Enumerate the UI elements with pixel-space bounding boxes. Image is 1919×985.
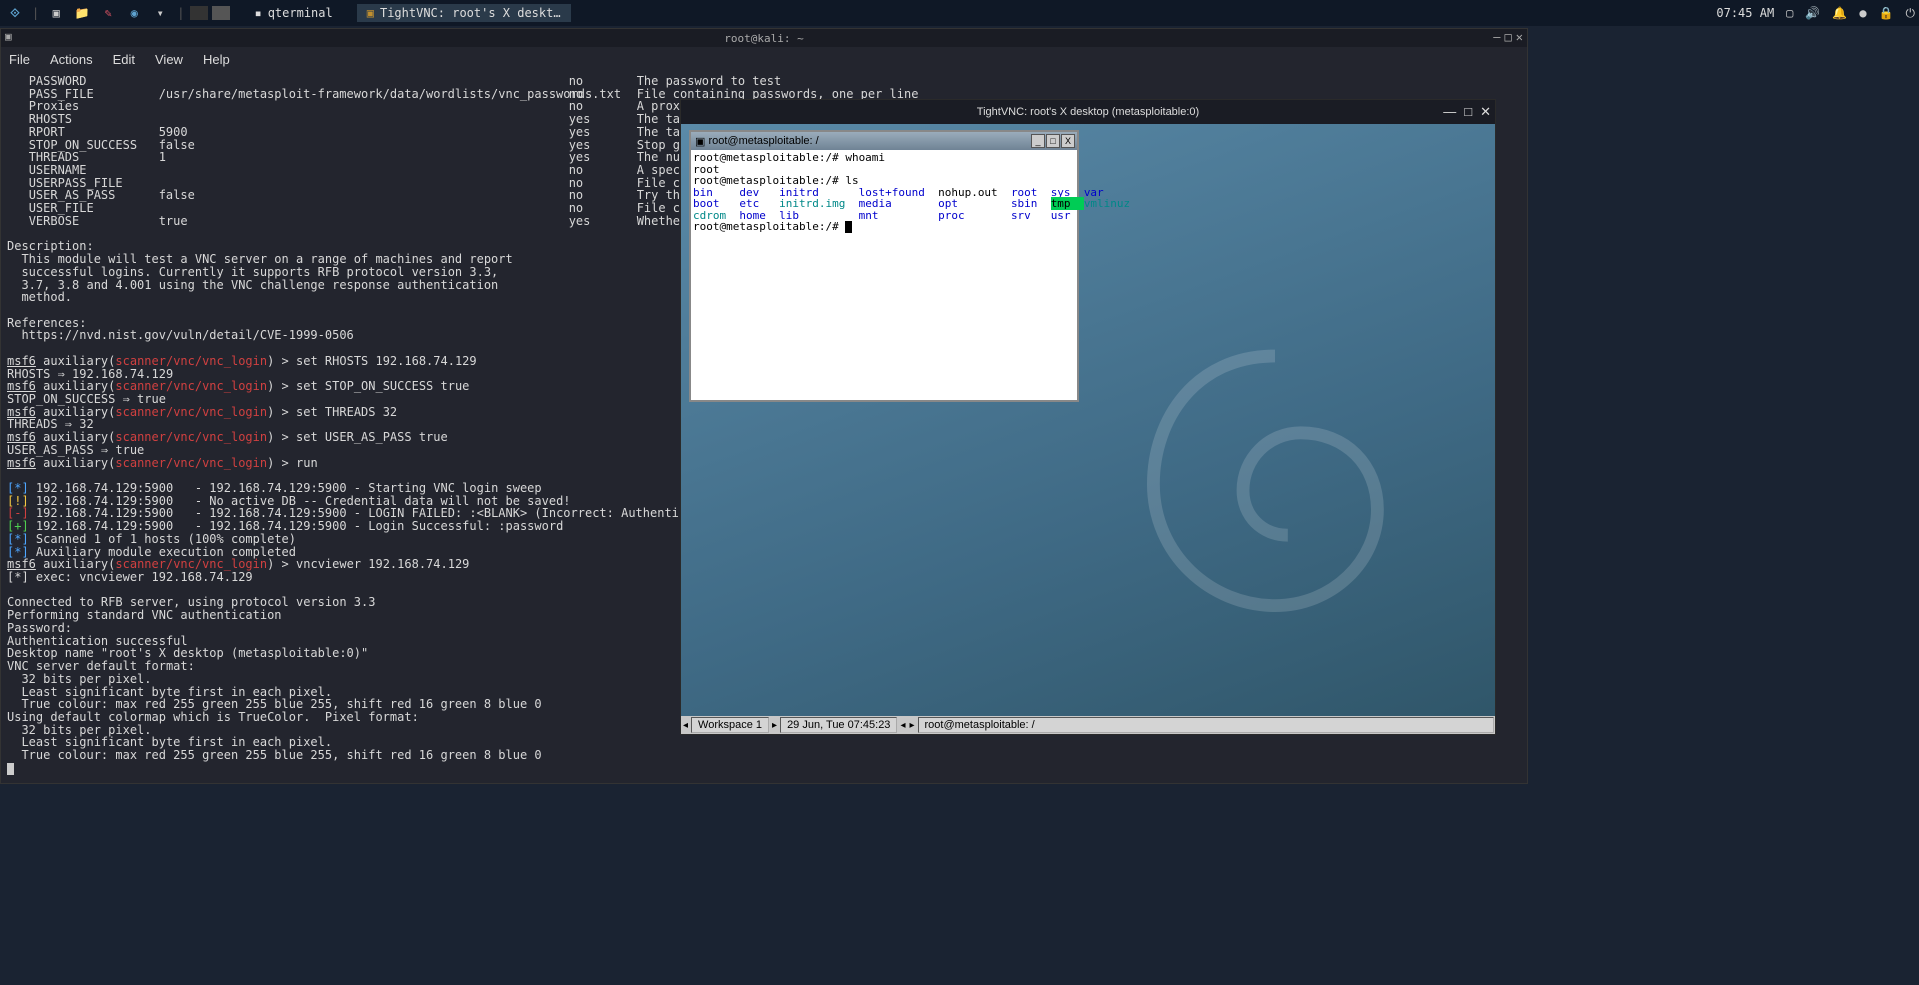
editor-launcher-icon[interactable]: ✎ — [97, 2, 119, 24]
power-icon[interactable]: ⏻ — [1906, 6, 1916, 21]
desktop-top-panel: ⟐ | ▣ 📁 ✎ ◉ ▾ | ▪ qterminal ▣ TightVNC: ro… — [0, 0, 1919, 26]
panel-right: 07:45 AM ▢ 🔊 🔔 ● 🔒 ⏻ — [1716, 6, 1915, 21]
task-prev-button[interactable]: ◂ — [898, 720, 907, 731]
display-icon[interactable]: ▢ — [1786, 6, 1793, 20]
qterminal-icon: ▪ — [254, 6, 261, 20]
network-icon[interactable]: ● — [1859, 6, 1866, 20]
xterm-body[interactable]: root@metasploitable:/# whoami root root@… — [691, 150, 1077, 235]
vnc-minimize-button[interactable]: — — [1443, 104, 1456, 120]
taskbar-label: TightVNC: root's X deskt… — [380, 6, 561, 20]
xterm-title: root@metasploitable: / — [708, 135, 818, 147]
kali-logo-icon[interactable]: ⟐ — [4, 2, 26, 24]
xterm-minimize-button[interactable]: _ — [1031, 134, 1045, 148]
xterm-app-icon: ▣ — [695, 135, 705, 148]
vnc-maximize-button[interactable]: □ — [1464, 104, 1472, 120]
taskbar-item-qterminal[interactable]: ▪ qterminal — [244, 4, 342, 22]
lock-icon[interactable]: 🔒 — [1879, 6, 1894, 20]
menu-file[interactable]: File — [9, 52, 30, 67]
terminal-app-icon: ▣ — [5, 30, 12, 43]
vnc-window: TightVNC: root's X desktop (metasploitab… — [680, 99, 1496, 735]
notification-icon[interactable]: 🔔 — [1832, 6, 1847, 20]
separator: | — [177, 6, 184, 20]
taskbar-item-tightvnc[interactable]: ▣ TightVNC: root's X deskt… — [357, 4, 571, 22]
taskbar-label: qterminal — [268, 6, 333, 20]
minimize-button[interactable]: — — [1493, 30, 1500, 44]
terminal-launcher-icon[interactable]: ▣ — [45, 2, 67, 24]
xterm-close-button[interactable]: X — [1061, 134, 1075, 148]
separator: | — [32, 6, 39, 20]
workspace-indicator[interactable]: Workspace 1 — [691, 717, 769, 733]
workspace-prev-button[interactable]: ◂ — [681, 720, 690, 731]
xterm-window: ▣ root@metasploitable: / _ □ X root@meta… — [689, 130, 1079, 402]
terminal-title: root@kali: ~ — [724, 32, 803, 45]
vnc-desktop[interactable]: ▣ root@metasploitable: / _ □ X root@meta… — [681, 124, 1495, 734]
vnc-clock[interactable]: 29 Jun, Tue 07:45:23 — [780, 717, 897, 733]
vnc-titlebar[interactable]: TightVNC: root's X desktop (metasploitab… — [681, 100, 1495, 124]
workspace-next-button[interactable]: ▸ — [770, 720, 779, 731]
menu-edit[interactable]: Edit — [113, 52, 135, 67]
tightvnc-icon: ▣ — [367, 6, 374, 20]
workspace-2-icon[interactable] — [212, 6, 230, 20]
terminal-menubar: File Actions Edit View Help — [1, 47, 1527, 71]
dropdown-icon[interactable]: ▾ — [149, 2, 171, 24]
files-launcher-icon[interactable]: 📁 — [71, 2, 93, 24]
terminal-titlebar[interactable]: ▣ root@kali: ~ — □ ✕ — [1, 29, 1527, 47]
xterm-titlebar[interactable]: ▣ root@metasploitable: / _ □ X — [691, 132, 1077, 150]
close-button[interactable]: ✕ — [1516, 30, 1523, 44]
workspace-1-icon[interactable] — [190, 6, 208, 20]
vnc-bottom-panel: ◂ Workspace 1 ▸ 29 Jun, Tue 07:45:23 ◂ ▸… — [681, 716, 1495, 734]
sound-icon[interactable]: 🔊 — [1805, 6, 1820, 20]
task-next-button[interactable]: ▸ — [907, 720, 916, 731]
menu-help[interactable]: Help — [203, 52, 230, 67]
vnc-taskbar-item[interactable]: root@metasploitable: / — [918, 717, 1495, 733]
menu-actions[interactable]: Actions — [50, 52, 93, 67]
maximize-button[interactable]: □ — [1505, 30, 1512, 44]
debian-swirl-icon — [1115, 324, 1435, 644]
menu-view[interactable]: View — [155, 52, 183, 67]
clock[interactable]: 07:45 AM — [1716, 6, 1774, 20]
vnc-title: TightVNC: root's X desktop (metasploitab… — [977, 106, 1199, 118]
vnc-close-button[interactable]: ✕ — [1480, 104, 1491, 120]
browser-launcher-icon[interactable]: ◉ — [123, 2, 145, 24]
panel-left: ⟐ | ▣ 📁 ✎ ◉ ▾ | ▪ qterminal ▣ TightVNC: ro… — [4, 2, 571, 24]
xterm-maximize-button[interactable]: □ — [1046, 134, 1060, 148]
